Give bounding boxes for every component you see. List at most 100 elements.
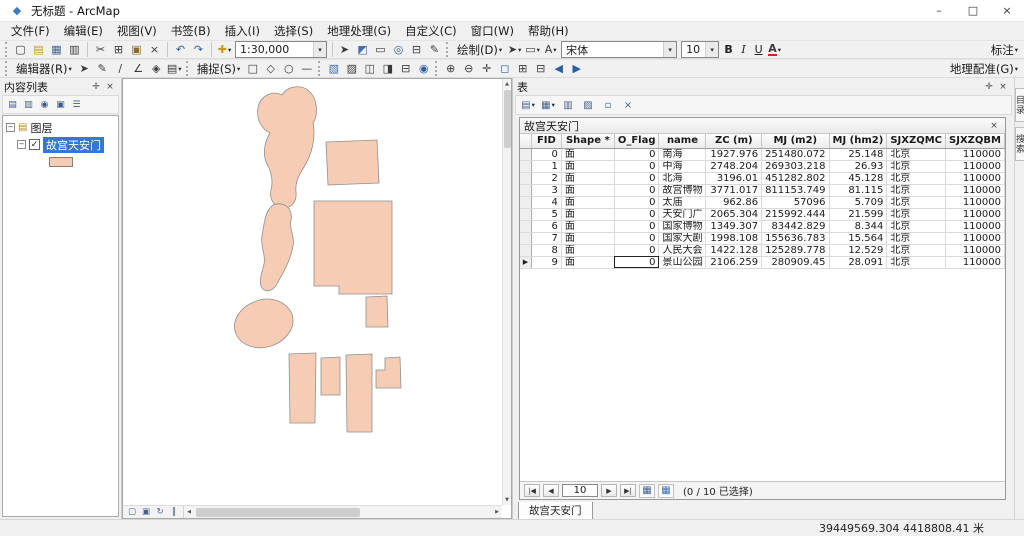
column-header[interactable]: SJXZQBM [946,134,1005,148]
cell[interactable]: 5.709 [829,196,887,208]
new-document-icon[interactable]: ▢ [12,42,29,58]
cell[interactable]: 25.148 [829,148,887,160]
cell[interactable]: 2 [531,172,561,184]
edit-annotation-icon[interactable]: ✎ [94,61,111,77]
cell[interactable]: 6 [531,220,561,232]
toolbar-grip[interactable] [186,61,190,76]
layer-item[interactable]: − ✓ 故宫天安门 [3,136,118,153]
menu-item[interactable]: 插入(I) [218,22,267,40]
cell[interactable]: 1927.976 [706,148,762,160]
layer-name[interactable]: 故宫天安门 [43,137,104,153]
split-tool-icon[interactable]: ◫ [361,61,378,77]
cell[interactable]: 251480.072 [762,148,829,160]
merge-tool-icon[interactable]: ◨ [379,61,396,77]
buffer-tool-icon[interactable]: ◉ [415,61,432,77]
cell[interactable]: 面 [561,244,614,256]
cell[interactable]: 81.115 [829,184,887,196]
menu-item[interactable]: 书签(B) [164,22,218,40]
row-selector[interactable] [520,184,531,196]
zoom-out-icon[interactable]: ⊖ [460,61,477,77]
chevron-down-icon[interactable]: ▾ [705,42,718,57]
cell[interactable]: 0 [531,148,561,160]
cell[interactable]: 110000 [946,184,1005,196]
create-features-icon[interactable]: ▧ [325,61,342,77]
row-selector[interactable]: ▶ [520,256,531,268]
cell[interactable]: 8.344 [829,220,887,232]
vertical-scrollbar-thumb[interactable] [504,90,511,148]
polygon-taimiao[interactable] [366,296,388,327]
cell[interactable]: 110000 [946,196,1005,208]
cell[interactable]: 人民大会 [659,244,706,256]
cell[interactable]: 北海 [659,172,706,184]
menu-item[interactable]: 编辑(E) [57,22,110,40]
paste-icon[interactable]: ▣ [128,42,145,58]
toolbar-grip[interactable] [446,42,450,57]
zoom-in-icon[interactable]: ⊕ [442,61,459,77]
fixed-zoom-in-icon[interactable]: ⊞ [514,61,531,77]
cell[interactable]: 110000 [946,160,1005,172]
snapping-menu-button[interactable]: 捕捉(S)▾ [193,61,245,77]
cell[interactable]: 45.128 [829,172,887,184]
cell[interactable]: 110000 [946,256,1005,268]
print-icon[interactable]: ▥ [66,42,83,58]
go-forward-extent-icon[interactable]: ▶ [568,61,585,77]
next-record-button[interactable]: ▶ [601,484,617,497]
scroll-right-icon[interactable]: ▶ [492,506,502,518]
map-horizontal-scrollbar[interactable] [194,506,492,518]
refresh-view-icon[interactable]: ↻ [153,506,167,518]
cell[interactable]: 110000 [946,148,1005,160]
polygon-jingshan[interactable] [326,140,379,185]
font-combo[interactable]: 宋体 ▾ [561,41,677,58]
polygon-zhonghai[interactable] [260,204,293,291]
italic-button[interactable]: I [736,42,751,57]
close-table-icon[interactable]: × [619,97,637,113]
column-header[interactable]: name [659,134,706,148]
cell[interactable]: 面 [561,160,614,172]
cell[interactable]: 12.529 [829,244,887,256]
previous-record-button[interactable]: ◀ [543,484,559,497]
clear-selection-icon[interactable]: ▭ [372,42,389,58]
straight-segment-icon[interactable]: ∕ [112,61,129,77]
cell[interactable]: 面 [561,208,614,220]
row-selector-header[interactable] [520,134,531,148]
cell[interactable]: 面 [561,172,614,184]
cell[interactable]: 3196.01 [706,172,762,184]
scroll-down-icon[interactable]: ▼ [503,495,512,505]
scroll-up-icon[interactable]: ▲ [503,79,512,89]
vertex-snapping-icon[interactable]: ○ [280,61,297,77]
maximize-button[interactable]: □ [956,0,990,21]
cell[interactable]: 8 [531,244,561,256]
cut-icon[interactable]: ✂ [92,42,109,58]
list-by-visibility-icon[interactable]: ◉ [37,98,52,112]
show-selected-records-icon[interactable]: ▦ [658,484,674,498]
cell[interactable]: 125289.778 [762,244,829,256]
cell[interactable]: 面 [561,220,614,232]
cell[interactable]: 北京 [887,244,946,256]
chevron-down-icon[interactable]: ▾ [313,42,326,57]
cell[interactable]: 0 [614,232,659,244]
close-icon[interactable]: × [996,80,1010,93]
cell[interactable]: 北京 [887,220,946,232]
cell[interactable]: 北京 [887,184,946,196]
row-selector[interactable] [520,232,531,244]
pause-drawing-icon[interactable]: ‖ [167,506,181,518]
cell[interactable]: 26.93 [829,160,887,172]
cell[interactable]: 北京 [887,232,946,244]
polygon-guojia-dajuyuan[interactable] [321,357,340,395]
cell[interactable]: 北京 [887,160,946,172]
cell[interactable]: 0 [614,220,659,232]
copy-icon[interactable]: ⊞ [110,42,127,58]
font-size-combo[interactable]: 10 ▾ [681,41,719,58]
polygon-guojia-bowuguan[interactable] [376,357,401,388]
row-selector[interactable] [520,160,531,172]
list-by-drawing-order-icon[interactable]: ▤ [5,98,20,112]
polygon-gugong[interactable] [314,201,392,294]
layout-view-icon[interactable]: ▣ [139,506,153,518]
cell[interactable]: 北京 [887,196,946,208]
catalog-vtab[interactable]: 目录 [1015,88,1024,122]
edit-tool-icon[interactable]: ➤ [76,61,93,77]
cell[interactable]: 5 [531,208,561,220]
close-icon[interactable]: × [987,119,1001,132]
list-by-source-icon[interactable]: ▥ [21,98,36,112]
cell[interactable]: 9 [531,256,561,268]
